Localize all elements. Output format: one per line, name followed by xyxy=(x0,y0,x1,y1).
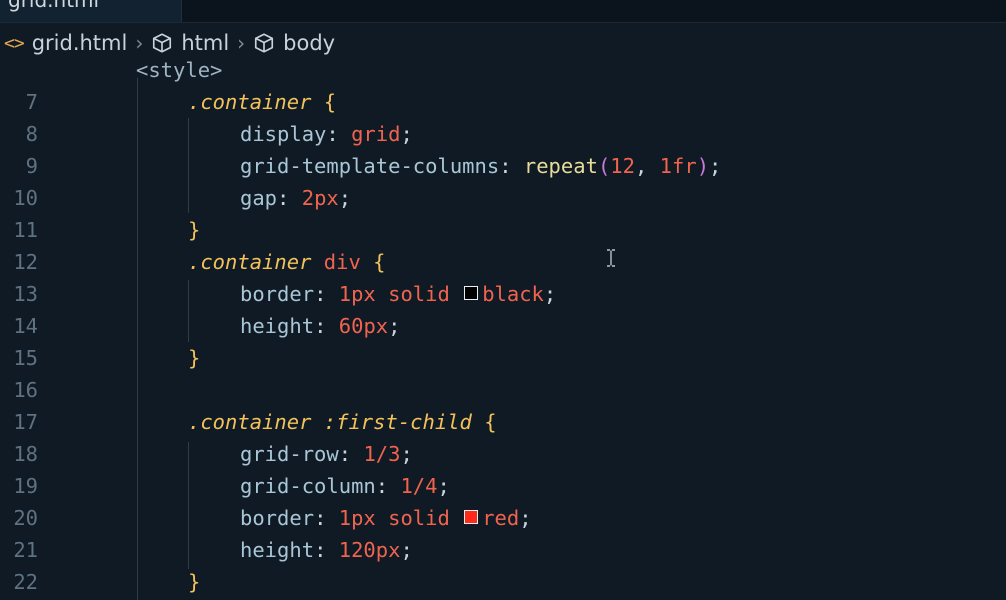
breadcrumb-body[interactable]: body xyxy=(253,31,335,55)
style-tag: <style> xyxy=(136,58,223,82)
cube-icon xyxy=(151,32,173,54)
breadcrumb: <> grid.html › html › body xyxy=(0,24,1006,62)
breadcrumb-html-label: html xyxy=(181,31,230,55)
close-brace: } xyxy=(188,346,201,370)
css-selector: .container xyxy=(188,90,312,114)
code-brackets-icon: <> xyxy=(4,32,25,54)
css-unit: px xyxy=(314,186,339,210)
code-line: 11 gap: 2px; xyxy=(0,182,1006,242)
css-property: grid-template-columns xyxy=(240,154,500,178)
css-pseudo-class: :first-child xyxy=(323,410,472,434)
open-brace: { xyxy=(323,90,337,114)
css-selector: .container xyxy=(188,250,312,274)
code-line: 20 grid-column: 1/4; xyxy=(0,470,1006,530)
code-line: 19 grid-row: 1/3; xyxy=(0,438,1006,498)
cube-icon xyxy=(253,32,275,54)
code-line: 16 } xyxy=(0,342,1006,402)
code-line: 21 border: 1px solid red; xyxy=(0,502,1006,562)
css-property: border xyxy=(240,506,315,530)
code-line: 7 <style> xyxy=(0,58,1006,114)
css-number: 1fr xyxy=(659,154,697,178)
close-brace: } xyxy=(188,570,201,594)
close-brace: } xyxy=(188,218,201,242)
css-property: height xyxy=(240,538,315,562)
tab-label: grid.html xyxy=(8,0,100,12)
css-unit: px xyxy=(375,538,401,562)
css-value: 1/3 xyxy=(363,442,401,466)
css-property: border xyxy=(240,282,315,306)
css-unit: px xyxy=(351,506,376,530)
css-property: display xyxy=(240,122,327,146)
chevron-right-icon: › xyxy=(135,31,144,55)
css-property: height xyxy=(240,314,315,338)
css-number: 12 xyxy=(610,154,635,178)
css-property: gap xyxy=(240,186,278,210)
code-editor[interactable]: 7 <style> 8 .container { 9 display: grid… xyxy=(0,58,1006,600)
css-unit: px xyxy=(363,314,389,338)
css-number: 2 xyxy=(301,186,315,210)
css-color: black xyxy=(482,282,544,306)
tab-strip: grid.html xyxy=(0,0,1006,23)
code-line: 15 height: 60px; xyxy=(0,310,1006,370)
css-keyword: solid xyxy=(388,282,450,306)
code-line: 23 } xyxy=(0,566,1006,598)
css-selector: .container xyxy=(188,410,312,434)
open-brace: { xyxy=(373,250,386,274)
code-line: 18 .container :first-child { xyxy=(0,406,1006,466)
code-line: 22 height: 120px; xyxy=(0,534,1006,594)
css-number: 1 xyxy=(338,282,352,306)
css-element-selector: div xyxy=(323,250,361,274)
css-unit: px xyxy=(351,282,376,306)
css-property: grid-column xyxy=(240,474,376,498)
breadcrumb-file[interactable]: grid.html xyxy=(32,31,128,55)
code-line: 8 .container { xyxy=(0,86,1006,146)
code-line: 13 .container div { xyxy=(0,246,1006,306)
code-line: 12 } xyxy=(0,214,1006,274)
color-swatch-black[interactable] xyxy=(464,286,479,300)
tab-grid-html[interactable]: grid.html xyxy=(0,0,182,22)
css-property: grid-row xyxy=(240,442,339,466)
code-line: 14 border: 1px solid black; xyxy=(0,278,1006,338)
chevron-right-icon: › xyxy=(237,31,246,55)
code-line: 9 display: grid; xyxy=(0,118,1006,178)
css-number: 120 xyxy=(338,538,376,562)
breadcrumb-body-label: body xyxy=(283,31,336,55)
code-line: 17 xyxy=(0,374,1006,434)
css-keyword: solid xyxy=(388,506,450,530)
breadcrumb-file-label: grid.html xyxy=(31,31,128,55)
color-swatch-red[interactable] xyxy=(464,510,479,524)
open-brace: { xyxy=(484,410,497,434)
breadcrumb-html[interactable]: html xyxy=(151,31,229,55)
css-function: repeat xyxy=(523,154,598,178)
code-line: 10 grid-template-columns: repeat(12, 1fr… xyxy=(0,150,1006,210)
text-cursor-icon xyxy=(606,249,616,267)
css-value: 1/4 xyxy=(400,474,438,498)
css-color: red xyxy=(482,506,520,530)
css-number: 60 xyxy=(338,314,364,338)
css-value: grid xyxy=(351,122,401,146)
css-number: 1 xyxy=(338,506,352,530)
